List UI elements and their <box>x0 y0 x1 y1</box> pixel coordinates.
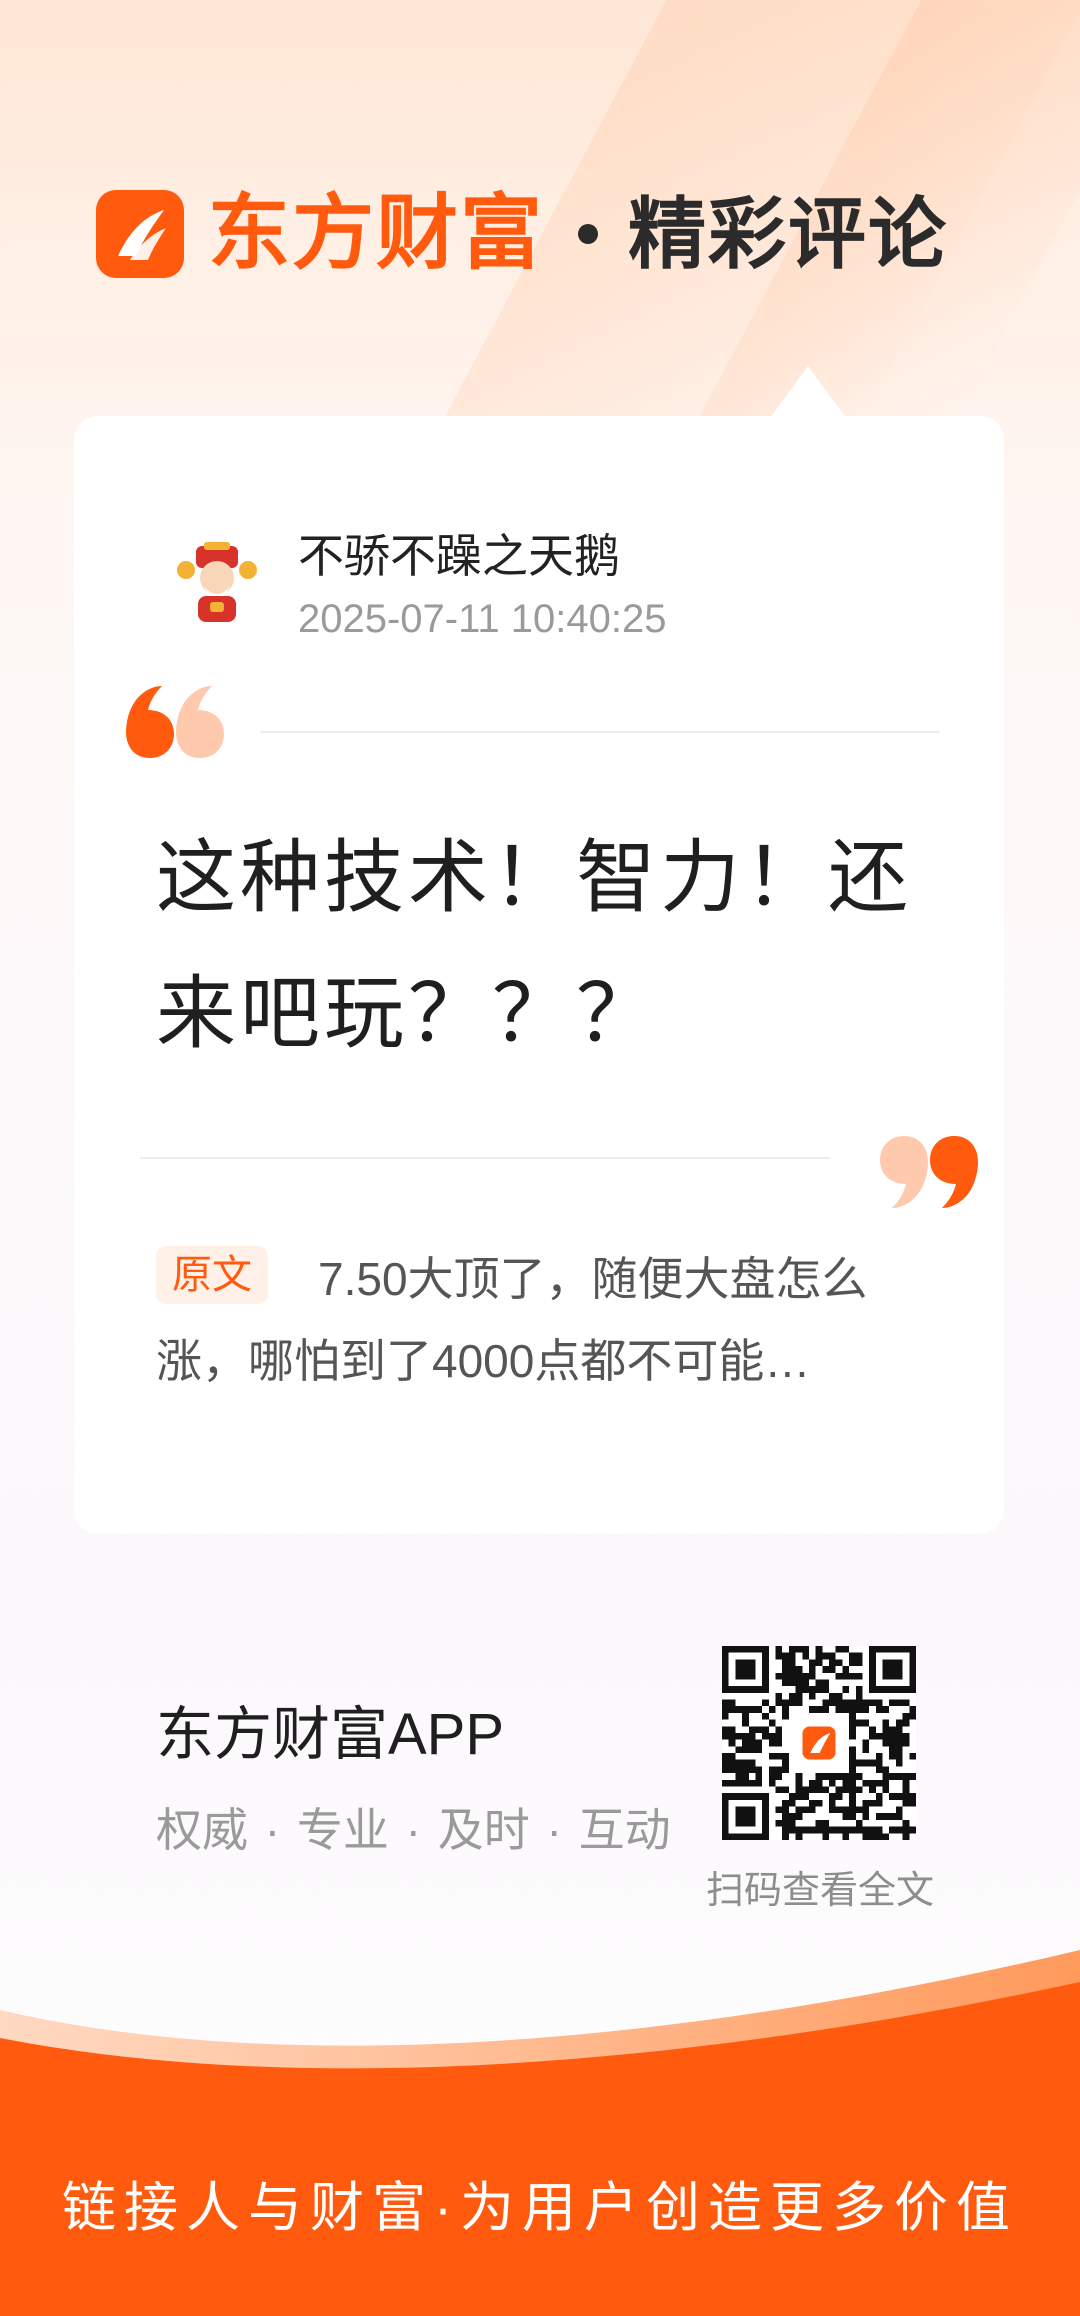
quote-divider <box>260 731 940 733</box>
bottom-brand-band <box>0 1950 1080 2316</box>
username[interactable]: 不骄不躁之天鹅 <box>298 528 620 584</box>
page-header: 东方财富 精彩评论 <box>96 188 948 280</box>
bottom-slogan: 链接人与财富·为用户创造更多价值 <box>62 2178 1018 2238</box>
comment-text: 这种技术！智力！还来吧玩？？？ <box>156 833 912 1058</box>
header-separator-dot <box>578 224 599 244</box>
open-quote-icon <box>124 680 234 780</box>
close-quote-icon <box>870 1114 980 1214</box>
app-tagline: 权威 · 专业 · 及时 · 互动 <box>156 1804 671 1856</box>
card-pointer <box>770 366 846 418</box>
original-post-badge: 原文 <box>156 1246 268 1304</box>
quote-divider <box>140 1157 830 1159</box>
logo-glyph <box>118 210 166 260</box>
brand-name: 东方财富 <box>208 188 545 279</box>
qr-caption: 扫码查看全文 <box>705 1870 934 1912</box>
comment-timestamp: 2025-07-11 10:40:25 <box>298 597 667 641</box>
original-post-excerpt[interactable]: 7.50大顶了，随便大盘怎么涨，哪怕到了4000点都不可能… <box>156 1238 946 1402</box>
page-title: 精彩评论 <box>628 190 949 278</box>
fortune-god-avatar[interactable] <box>174 540 260 626</box>
eastmoney-logo-icon <box>96 190 184 278</box>
qr-code[interactable] <box>722 1646 916 1840</box>
app-name: 东方财富APP <box>156 1702 505 1767</box>
